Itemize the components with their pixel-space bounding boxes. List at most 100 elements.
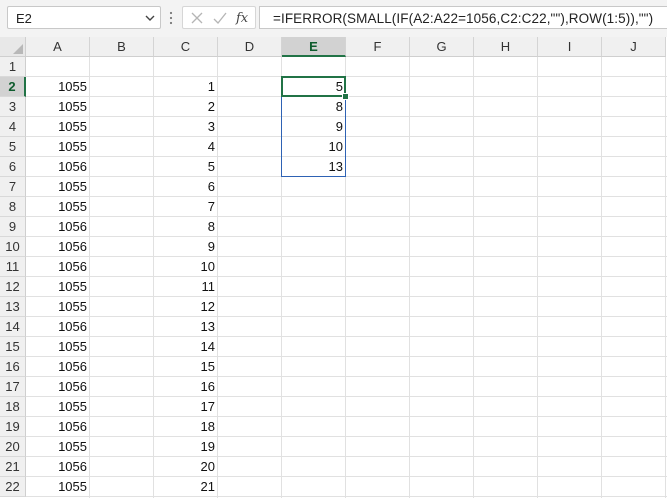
gridline-vertical: [665, 57, 666, 498]
cell-a22[interactable]: 1055: [26, 477, 90, 497]
gridline-horizontal: [26, 256, 667, 257]
cell-c10[interactable]: 9: [154, 237, 218, 257]
row-header-1[interactable]: 1: [0, 57, 26, 77]
cell-c14[interactable]: 13: [154, 317, 218, 337]
row-header-16[interactable]: 16: [0, 357, 26, 377]
vertical-dots-icon[interactable]: [168, 10, 174, 26]
row-header-9[interactable]: 9: [0, 217, 26, 237]
cell-c8[interactable]: 7: [154, 197, 218, 217]
select-all-button[interactable]: [0, 37, 26, 57]
row-header-11[interactable]: 11: [0, 257, 26, 277]
row-header-14[interactable]: 14: [0, 317, 26, 337]
cell-a15[interactable]: 1055: [26, 337, 90, 357]
cell-a14[interactable]: 1056: [26, 317, 90, 337]
gridline-horizontal: [26, 476, 667, 477]
chevron-down-icon[interactable]: [144, 12, 156, 24]
row-header-22[interactable]: 22: [0, 477, 26, 497]
cell-a9[interactable]: 1056: [26, 217, 90, 237]
formula-bar-area: E2 fx =IFERROR(SMALL(IF(A2:A22=1056,C2:C…: [0, 0, 667, 37]
gridline-horizontal: [26, 136, 667, 137]
row-header-18[interactable]: 18: [0, 397, 26, 417]
cell-c16[interactable]: 15: [154, 357, 218, 377]
cell-c17[interactable]: 16: [154, 377, 218, 397]
gridline-horizontal: [26, 396, 667, 397]
row-header-17[interactable]: 17: [0, 377, 26, 397]
cell-c7[interactable]: 6: [154, 177, 218, 197]
column-header-i[interactable]: I: [538, 37, 602, 57]
cell-c21[interactable]: 20: [154, 457, 218, 477]
column-header-a[interactable]: A: [26, 37, 90, 57]
cell-a6[interactable]: 1056: [26, 157, 90, 177]
cell-a20[interactable]: 1055: [26, 437, 90, 457]
fx-icon[interactable]: fx: [235, 9, 253, 27]
row-header-19[interactable]: 19: [0, 417, 26, 437]
cell-c12[interactable]: 11: [154, 277, 218, 297]
row-header-13[interactable]: 13: [0, 297, 26, 317]
cell-a12[interactable]: 1055: [26, 277, 90, 297]
row-header-5[interactable]: 5: [0, 137, 26, 157]
cell-c19[interactable]: 18: [154, 417, 218, 437]
formula-input[interactable]: =IFERROR(SMALL(IF(A2:A22=1056,C2:C22,"")…: [259, 6, 667, 29]
name-box[interactable]: E2: [7, 6, 161, 29]
cell-a10[interactable]: 1056: [26, 237, 90, 257]
column-header-h[interactable]: H: [474, 37, 538, 57]
cell-a11[interactable]: 1056: [26, 257, 90, 277]
cell-a4[interactable]: 1055: [26, 117, 90, 137]
cell-a8[interactable]: 1055: [26, 197, 90, 217]
cell-a21[interactable]: 1056: [26, 457, 90, 477]
cell-area[interactable]: 1055 1 5 1055 2 8 1055 3 9 1055 4 10 1056 5 13 1055 6 105…: [26, 57, 667, 498]
row-header-3[interactable]: 3: [0, 97, 26, 117]
gridline-horizontal: [26, 416, 667, 417]
gridline-horizontal: [26, 296, 667, 297]
column-header-d[interactable]: D: [218, 37, 282, 57]
column-header-b[interactable]: B: [90, 37, 154, 57]
gridline-horizontal: [26, 216, 667, 217]
cell-a19[interactable]: 1056: [26, 417, 90, 437]
column-header-c[interactable]: C: [154, 37, 218, 57]
spreadsheet-grid: ABCDEFGHIJ 1 2 3 4 5 6 7 8 9 10 11 12 13 14 15 16 17 18 19…: [0, 37, 667, 498]
cell-a18[interactable]: 1055: [26, 397, 90, 417]
row-header-4[interactable]: 4: [0, 117, 26, 137]
row-header-6[interactable]: 6: [0, 157, 26, 177]
cell-c3[interactable]: 2: [154, 97, 218, 117]
cell-c15[interactable]: 14: [154, 337, 218, 357]
cell-a17[interactable]: 1056: [26, 377, 90, 397]
cell-a5[interactable]: 1055: [26, 137, 90, 157]
cell-c6[interactable]: 5: [154, 157, 218, 177]
x-icon[interactable]: [189, 10, 205, 26]
row-header-15[interactable]: 15: [0, 337, 26, 357]
fill-handle[interactable]: [342, 93, 349, 100]
gridline-horizontal: [26, 176, 667, 177]
cell-c9[interactable]: 8: [154, 217, 218, 237]
row-header-21[interactable]: 21: [0, 457, 26, 477]
row-header-2[interactable]: 2: [0, 77, 26, 97]
cell-c22[interactable]: 21: [154, 477, 218, 497]
cell-c11[interactable]: 10: [154, 257, 218, 277]
cell-c13[interactable]: 12: [154, 297, 218, 317]
row-header-8[interactable]: 8: [0, 197, 26, 217]
gridline-horizontal: [26, 236, 667, 237]
cell-a13[interactable]: 1055: [26, 297, 90, 317]
name-box-value: E2: [16, 11, 32, 26]
cell-c4[interactable]: 3: [154, 117, 218, 137]
row-header-12[interactable]: 12: [0, 277, 26, 297]
gridline-horizontal: [26, 356, 667, 357]
gridline-horizontal: [26, 456, 667, 457]
cell-a2[interactable]: 1055: [26, 77, 90, 97]
cell-c5[interactable]: 4: [154, 137, 218, 157]
row-header-10[interactable]: 10: [0, 237, 26, 257]
column-header-g[interactable]: G: [410, 37, 474, 57]
column-header-f[interactable]: F: [346, 37, 410, 57]
cell-c18[interactable]: 17: [154, 397, 218, 417]
column-header-e[interactable]: E: [282, 37, 346, 57]
cell-a3[interactable]: 1055: [26, 97, 90, 117]
cell-c20[interactable]: 19: [154, 437, 218, 457]
cell-c2[interactable]: 1: [154, 77, 218, 97]
cell-a7[interactable]: 1055: [26, 177, 90, 197]
cell-a16[interactable]: 1056: [26, 357, 90, 377]
triangle-icon: [13, 44, 23, 54]
checkmark-icon[interactable]: [212, 10, 228, 26]
row-header-20[interactable]: 20: [0, 437, 26, 457]
column-header-j[interactable]: J: [602, 37, 666, 57]
row-header-7[interactable]: 7: [0, 177, 26, 197]
